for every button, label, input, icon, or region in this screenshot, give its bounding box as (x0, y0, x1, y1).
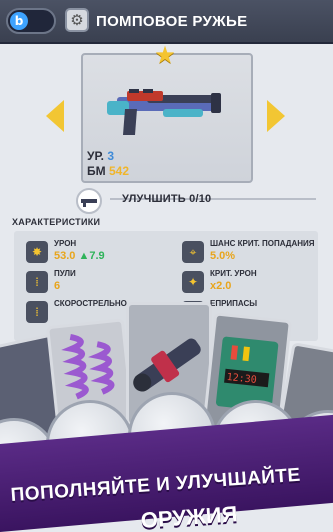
upgrade-button-icon[interactable] (76, 188, 102, 214)
weapon-level: УР. 3 (87, 149, 115, 163)
shotgun-icon (107, 89, 221, 135)
crit-icon: ✦ (182, 271, 204, 293)
crosshair-icon: ⌖ (182, 241, 204, 263)
top-bar: b ⚙ ПОМПОВОЕ РУЖЬЕ (0, 0, 333, 44)
next-weapon-button[interactable] (267, 100, 285, 132)
weapon-card: УР. 3 БМ 542 (81, 53, 253, 183)
prev-weapon-button[interactable] (46, 100, 64, 132)
explosion-icon: ✸ (26, 241, 48, 263)
stat-crit-chance: ⌖ ШАНС КРИТ. ПОПАДАНИЯ 5.0% (182, 239, 322, 267)
stat-bullets: ⁞ ПУЛИ 6 (26, 269, 166, 297)
lock-toggle[interactable]: b (6, 8, 56, 34)
bullets-icon: ⁞ (26, 271, 48, 293)
star-icon: ★ (154, 41, 176, 69)
bonus-arrow-icon: ▲ (78, 250, 90, 262)
lock-icon: b (10, 12, 28, 30)
gear-icon[interactable]: ⚙ (65, 8, 89, 32)
page-title: ПОМПОВОЕ РУЖЬЕ (96, 13, 248, 30)
stats-section-title: ХАРАКТЕРИСТИКИ (12, 217, 101, 227)
weapon-power: БМ 542 (87, 164, 129, 178)
upgrade-button[interactable]: УЛУЧШИТЬ 0/10 (122, 193, 211, 205)
stat-damage: ✸ УРОН 53.0 ▲7.9 (26, 239, 166, 267)
stat-crit-damage: ✦ КРИТ. УРОН x2.0 (182, 269, 322, 297)
mini-gun-icon (81, 199, 97, 207)
